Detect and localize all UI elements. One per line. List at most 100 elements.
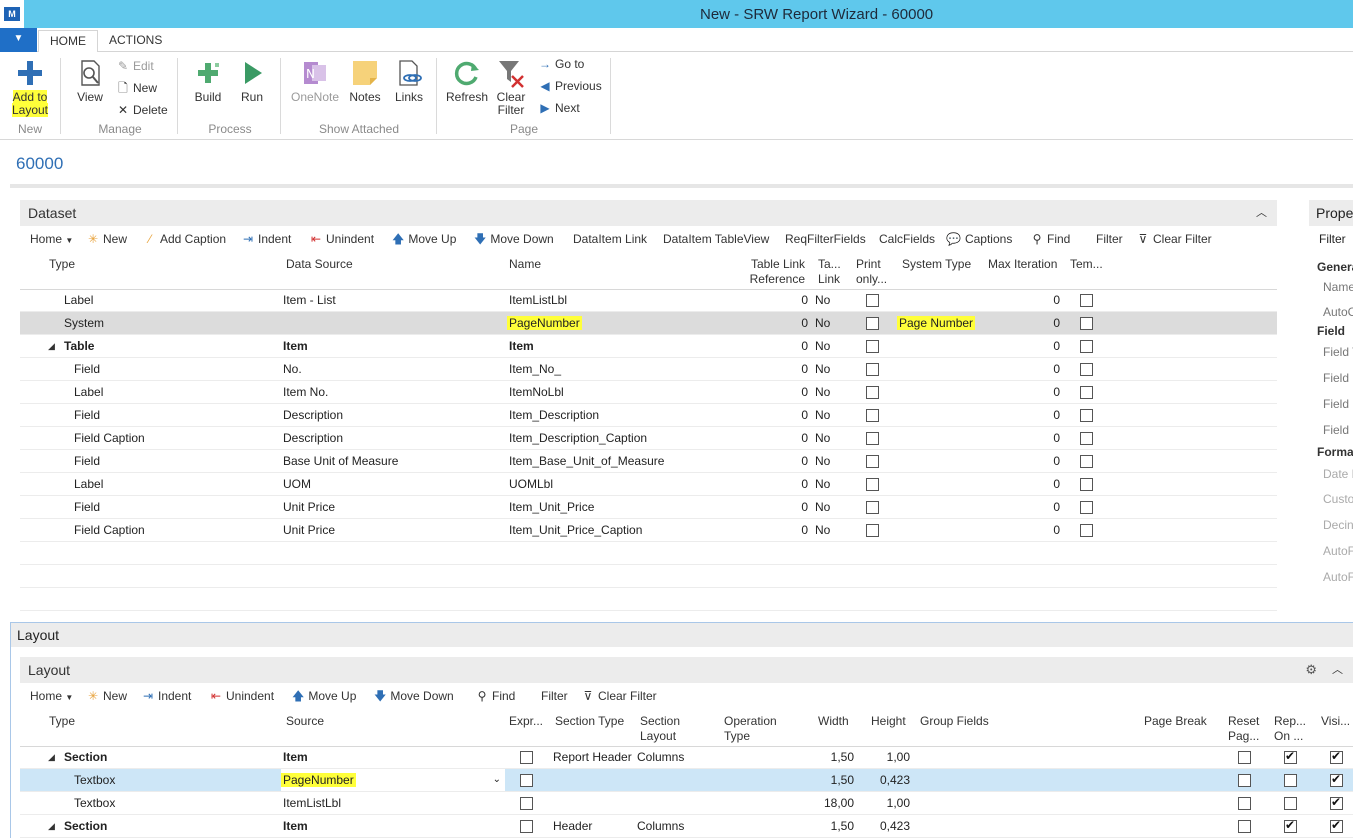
expr-checkbox[interactable] <box>520 774 533 787</box>
expand-triangle-icon[interactable]: ◢ <box>48 815 55 837</box>
col-type[interactable]: Type <box>49 714 75 729</box>
layout-new-button[interactable]: ✳ New <box>87 687 127 705</box>
dataset-row[interactable]: Field Caption Description Item_Description… <box>20 427 1277 450</box>
visible-checkbox[interactable] <box>1330 749 1343 764</box>
collapse-chevron-icon[interactable]: ︿ <box>1332 657 1343 683</box>
dataset-panel-header[interactable]: Dataset ︿ <box>20 200 1277 226</box>
col-table-link[interactable]: Ta... Link <box>818 257 841 287</box>
col-page-break[interactable]: Page Break <box>1144 714 1207 729</box>
dataset-unindent-button[interactable]: ⇤ Unindent <box>310 230 374 248</box>
dataset-indent-button[interactable]: ⇥ Indent <box>242 230 291 248</box>
print-only-checkbox[interactable] <box>866 409 879 422</box>
expand-triangle-icon[interactable]: ◢ <box>48 746 55 768</box>
add-to-layout-button[interactable]: Add to Layout <box>6 58 54 117</box>
tem-checkbox[interactable] <box>1080 363 1093 376</box>
notes-button[interactable]: Notes <box>346 58 384 104</box>
visible-checkbox[interactable] <box>1330 818 1343 833</box>
col-width[interactable]: Width <box>818 714 849 729</box>
col-table-link-reference[interactable]: Table Link Reference <box>745 257 805 287</box>
layout-home-menu[interactable]: Home ▼ <box>30 687 73 707</box>
dataset-clear-filter-button[interactable]: ⊽ Clear Filter <box>1137 230 1212 248</box>
print-only-checkbox[interactable] <box>866 455 879 468</box>
reset-page-checkbox[interactable] <box>1238 774 1251 787</box>
visible-checkbox[interactable] <box>1330 795 1343 810</box>
expand-triangle-icon[interactable]: ◢ <box>48 335 55 357</box>
col-reset-page[interactable]: Reset Pag... <box>1228 714 1259 744</box>
dataset-row[interactable]: Field No. Item_No_ 0 No 0 <box>20 358 1277 381</box>
tem-checkbox[interactable] <box>1080 340 1093 353</box>
dataset-row[interactable]: Label Item No. ItemNoLbl 0 No 0 <box>20 381 1277 404</box>
layout-move-down-button[interactable]: 🡇 Move Down <box>374 687 454 705</box>
tem-checkbox[interactable] <box>1080 317 1093 330</box>
reqfilterfields-button[interactable]: ReqFilterFields <box>785 230 866 248</box>
col-visible[interactable]: Visi... <box>1321 714 1350 729</box>
print-only-checkbox[interactable] <box>866 501 879 514</box>
repeat-on-checkbox[interactable] <box>1284 774 1297 787</box>
layout-indent-button[interactable]: ⇥ Indent <box>142 687 191 705</box>
dataset-new-button[interactable]: ✳ New <box>87 230 127 248</box>
col-tem[interactable]: Tem... <box>1070 257 1103 272</box>
refresh-button[interactable]: Refresh <box>444 58 490 104</box>
dataset-row[interactable]: Field Caption Unit Price Item_Unit_Price_C… <box>20 519 1277 542</box>
repeat-on-checkbox[interactable] <box>1284 818 1297 833</box>
run-button[interactable]: Run <box>234 58 270 104</box>
col-data-source[interactable]: Data Source <box>286 257 353 272</box>
tem-checkbox[interactable] <box>1080 501 1093 514</box>
previous-button[interactable]: ◀ Previous <box>538 77 601 95</box>
dataset-move-up-button[interactable]: 🡅 Move Up <box>392 230 456 248</box>
expr-checkbox[interactable] <box>520 751 533 764</box>
tem-checkbox[interactable] <box>1080 432 1093 445</box>
onenote-button[interactable]: N OneNote <box>288 58 342 104</box>
layout-row[interactable]: ◢ Section Item Header Columns 1,50 0,423 <box>20 815 1353 838</box>
dataset-home-menu[interactable]: Home ▼ <box>30 230 73 250</box>
col-section-type[interactable]: Section Type <box>555 714 624 729</box>
clear-filter-button[interactable]: Clear Filter <box>492 58 530 117</box>
dataitem-link-button[interactable]: DataItem Link <box>573 230 647 248</box>
dataset-filter-button[interactable]: Filter <box>1096 230 1123 248</box>
layout-find-button[interactable]: ⚲ Find <box>476 687 516 705</box>
layout-move-up-button[interactable]: 🡅 Move Up <box>292 687 356 705</box>
tab-home[interactable]: HOME <box>38 30 98 53</box>
col-type[interactable]: Type <box>49 257 75 272</box>
delete-button[interactable]: ✕ Delete <box>116 101 168 119</box>
captions-button[interactable]: 💬 Captions <box>946 230 1012 248</box>
dataset-row[interactable]: Label UOM UOMLbl 0 No 0 <box>20 473 1277 496</box>
dataitem-tableview-button[interactable]: DataItem TableView <box>663 230 769 248</box>
source-input[interactable]: PageNumber ⌄ <box>281 769 505 791</box>
add-caption-button[interactable]: ⁄ Add Caption <box>144 230 226 248</box>
col-height[interactable]: Height <box>871 714 906 729</box>
layout-row[interactable]: ◢ Section Item Report Header Columns 1,50 1,00 <box>20 746 1353 769</box>
calcfields-button[interactable]: CalcFields <box>879 230 935 248</box>
reset-page-checkbox[interactable] <box>1238 797 1251 810</box>
dataset-row[interactable]: Field Base Unit of Measure Item_Base_Unit_… <box>20 450 1277 473</box>
dataset-row[interactable]: System PageNumber 0 No Page Number 0 <box>20 312 1277 335</box>
repeat-on-checkbox[interactable] <box>1284 797 1297 810</box>
goto-button[interactable]: → Go to <box>538 55 584 73</box>
chevron-down-icon[interactable]: ⌄ <box>493 769 501 791</box>
links-button[interactable]: Links <box>390 58 428 104</box>
col-operation-type[interactable]: Operation Type <box>724 714 777 744</box>
reset-page-checkbox[interactable] <box>1238 820 1251 833</box>
collapse-chevron-icon[interactable]: ︿ <box>1256 200 1267 226</box>
col-system-type[interactable]: System Type <box>902 257 971 272</box>
tem-checkbox[interactable] <box>1080 455 1093 468</box>
visible-checkbox[interactable] <box>1330 772 1343 787</box>
print-only-checkbox[interactable] <box>866 478 879 491</box>
print-only-checkbox[interactable] <box>866 363 879 376</box>
layout-clear-filter-button[interactable]: ⊽ Clear Filter <box>582 687 657 705</box>
tem-checkbox[interactable] <box>1080 409 1093 422</box>
tem-checkbox[interactable] <box>1080 386 1093 399</box>
new-button[interactable]: 🗋 New <box>116 79 157 97</box>
layout-panel-header[interactable]: Layout ⚙ ︿ <box>20 657 1353 683</box>
col-max-iteration[interactable]: Max Iteration <box>988 257 1057 272</box>
col-repeat-on[interactable]: Rep... On ... <box>1274 714 1306 744</box>
col-group-fields[interactable]: Group Fields <box>920 714 989 729</box>
expr-checkbox[interactable] <box>520 820 533 833</box>
col-print-only[interactable]: Print only... <box>856 257 887 287</box>
tem-checkbox[interactable] <box>1080 524 1093 537</box>
repeat-on-checkbox[interactable] <box>1284 749 1297 764</box>
layout-filter-button[interactable]: Filter <box>541 687 568 705</box>
expr-checkbox[interactable] <box>520 797 533 810</box>
print-only-checkbox[interactable] <box>866 317 879 330</box>
reset-page-checkbox[interactable] <box>1238 751 1251 764</box>
